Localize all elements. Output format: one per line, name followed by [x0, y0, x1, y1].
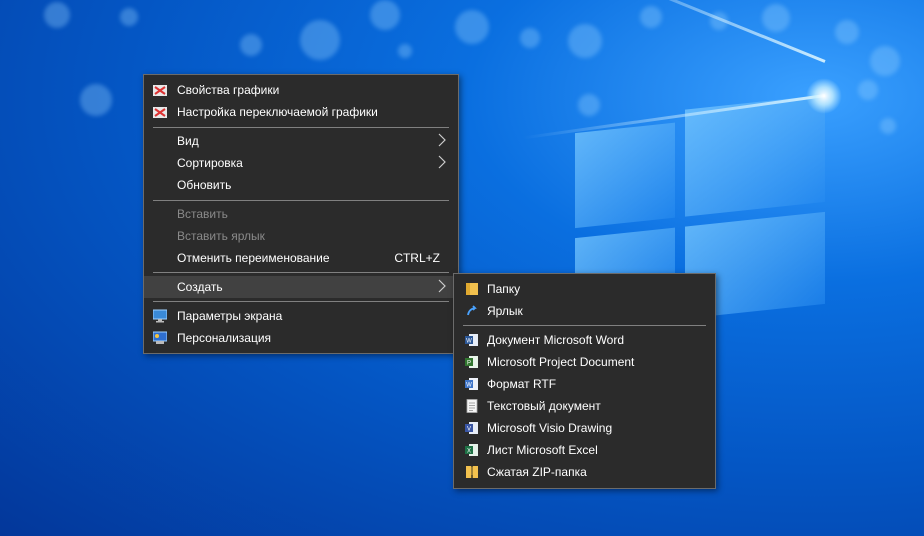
bokeh-light [300, 20, 340, 60]
bokeh-light [120, 8, 138, 26]
excel-icon: X [465, 444, 478, 456]
text-document-icon [466, 399, 478, 413]
bokeh-light [398, 44, 412, 58]
svg-text:W: W [466, 383, 472, 389]
svg-text:X: X [467, 449, 471, 455]
submenu-item-shortcut[interactable]: Ярлык [454, 300, 715, 322]
visio-icon: V [465, 422, 478, 434]
submenu-item-label: Лист Microsoft Excel [487, 443, 598, 457]
menu-item-label: Создать [177, 280, 223, 294]
menu-item-label: Обновить [177, 178, 232, 192]
bokeh-light [762, 4, 790, 32]
new-item-submenu: Папку Ярлык W Документ Microsoft Word P … [453, 273, 716, 489]
bokeh-light [240, 34, 262, 56]
submenu-item-label: Документ Microsoft Word [487, 333, 625, 347]
menu-separator [153, 272, 449, 273]
submenu-item-label: Папку [487, 282, 521, 296]
submenu-item-label: Microsoft Project Document [487, 355, 635, 369]
desktop-context-menu: Свойства графики Настройка переключаемой… [143, 74, 459, 354]
svg-text:W: W [466, 339, 472, 345]
bokeh-light [455, 10, 489, 44]
chevron-right-icon [438, 133, 446, 147]
svg-text:V: V [467, 427, 471, 433]
word-icon: W [465, 334, 478, 346]
chevron-right-icon [438, 155, 446, 169]
menu-item-sort[interactable]: Сортировка [144, 152, 458, 174]
menu-separator [153, 301, 449, 302]
menu-item-personalization[interactable]: Персонализация [144, 327, 458, 349]
chevron-right-icon [438, 279, 446, 293]
menu-item-paste[interactable]: Вставить [144, 203, 458, 225]
bokeh-light [44, 2, 70, 28]
menu-item-label: Персонализация [177, 331, 272, 345]
bokeh-light [370, 0, 400, 30]
menu-item-label: Параметры экрана [177, 309, 283, 323]
submenu-item-visio-drawing[interactable]: V Microsoft Visio Drawing [454, 417, 715, 439]
menu-item-new[interactable]: Создать [144, 276, 458, 298]
menu-item-label: Свойства графики [177, 83, 280, 97]
bokeh-light [80, 84, 112, 116]
menu-item-label: Вставить ярлык [177, 229, 265, 243]
bokeh-light [568, 24, 602, 58]
menu-item-label: Вставить [177, 207, 228, 221]
intel-graphics-icon [153, 107, 167, 118]
menu-item-display-settings[interactable]: Параметры экрана [144, 305, 458, 327]
menu-separator [153, 127, 449, 128]
bokeh-light [578, 94, 600, 116]
bokeh-light [520, 28, 540, 48]
submenu-item-folder[interactable]: Папку [454, 278, 715, 300]
lens-flare [806, 78, 842, 114]
submenu-item-label: Microsoft Visio Drawing [487, 421, 613, 435]
menu-item-label: Сортировка [177, 156, 243, 170]
submenu-item-zip-folder[interactable]: Сжатая ZIP-папка [454, 461, 715, 483]
light-beam [578, 0, 826, 63]
intel-graphics-icon [153, 85, 167, 96]
menu-item-switchable-graphics[interactable]: Настройка переключаемой графики [144, 101, 458, 123]
menu-separator [153, 200, 449, 201]
bokeh-light [870, 46, 900, 76]
bokeh-light [640, 6, 662, 28]
shortcut-icon [466, 305, 478, 317]
project-icon: P [465, 356, 478, 368]
submenu-item-text-document[interactable]: Текстовый документ [454, 395, 715, 417]
svg-text:P: P [467, 361, 471, 367]
folder-icon [466, 283, 478, 295]
submenu-item-project-document[interactable]: P Microsoft Project Document [454, 351, 715, 373]
menu-item-view[interactable]: Вид [144, 130, 458, 152]
menu-item-paste-shortcut[interactable]: Вставить ярлык [144, 225, 458, 247]
submenu-item-rtf-document[interactable]: W Формат RTF [454, 373, 715, 395]
menu-item-undo-rename[interactable]: Отменить переименование CTRL+Z [144, 247, 458, 269]
submenu-item-label: Текстовый документ [487, 399, 601, 413]
submenu-item-word-document[interactable]: W Документ Microsoft Word [454, 329, 715, 351]
bokeh-light [880, 118, 896, 134]
menu-item-label: Настройка переключаемой графики [177, 105, 378, 119]
submenu-item-label: Ярлык [487, 304, 523, 318]
submenu-item-label: Сжатая ZIP-папка [487, 465, 587, 479]
menu-item-label: Вид [177, 134, 199, 148]
zip-folder-icon [466, 466, 478, 478]
personalization-icon [153, 331, 167, 344]
menu-separator [463, 325, 706, 326]
display-settings-icon [153, 309, 167, 323]
menu-item-refresh[interactable]: Обновить [144, 174, 458, 196]
submenu-item-label: Формат RTF [487, 377, 557, 391]
bokeh-light [858, 80, 878, 100]
bokeh-light [835, 20, 859, 44]
shortcut-label: CTRL+Z [394, 251, 440, 265]
wordpad-icon: W [465, 378, 478, 390]
menu-item-graphics-properties[interactable]: Свойства графики [144, 79, 458, 101]
submenu-item-excel-sheet[interactable]: X Лист Microsoft Excel [454, 439, 715, 461]
menu-item-label: Отменить переименование [177, 251, 330, 265]
